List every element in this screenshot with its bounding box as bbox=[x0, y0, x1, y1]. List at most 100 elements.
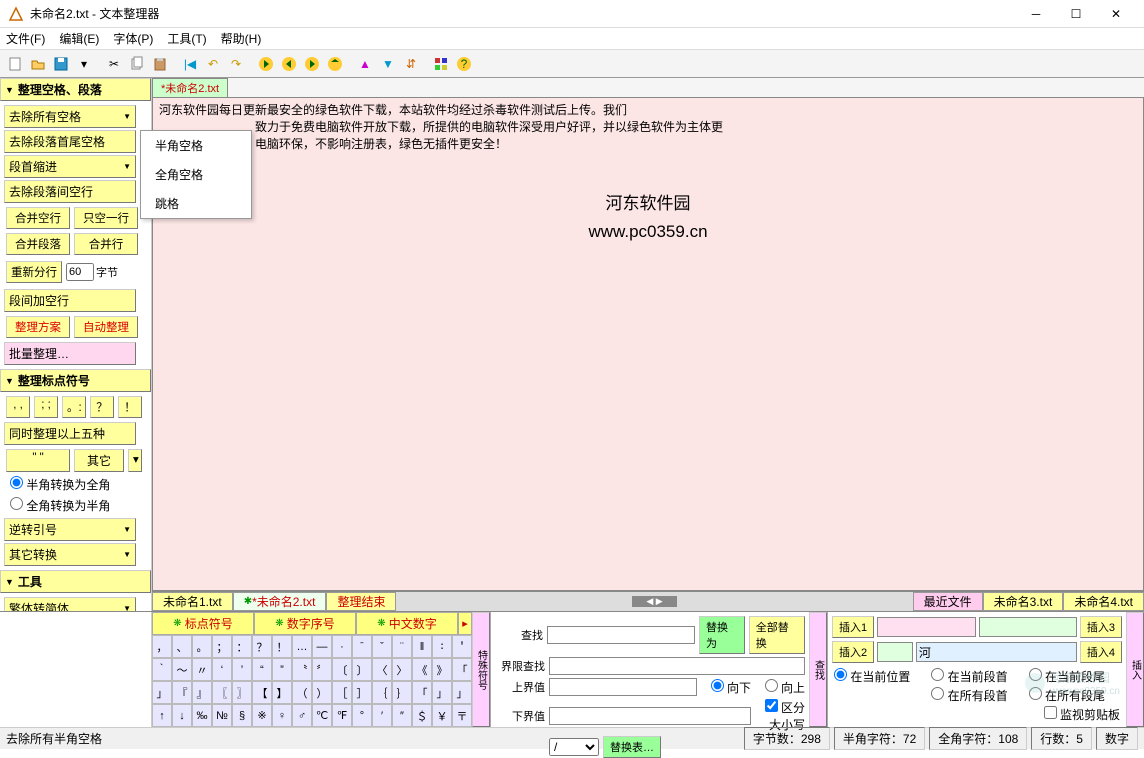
char-cell[interactable]: ˇ bbox=[372, 635, 392, 658]
maximize-button[interactable]: ☐ bbox=[1056, 0, 1096, 28]
cut-icon[interactable]: ✂ bbox=[103, 53, 125, 75]
char-cell[interactable]: ※ bbox=[252, 704, 272, 727]
replace-with-button[interactable]: 替换为 bbox=[699, 616, 745, 654]
other-dd[interactable]: ▾ bbox=[128, 449, 142, 472]
file-tab[interactable]: *未命名2.txt bbox=[152, 78, 228, 97]
char-cell[interactable]: ” bbox=[272, 658, 292, 681]
resplit-input[interactable] bbox=[66, 263, 94, 281]
char-cell[interactable]: ∶ bbox=[432, 635, 452, 658]
para-indent-button[interactable]: 段首缩进▼ bbox=[4, 155, 136, 178]
char-cell[interactable]: ° bbox=[352, 704, 372, 727]
radio-full-to-half[interactable]: 全角转换为半角 bbox=[10, 499, 110, 513]
char-cell[interactable]: ‖ bbox=[412, 635, 432, 658]
char-cell[interactable]: ‘ bbox=[212, 658, 232, 681]
char-cell[interactable]: 「 bbox=[452, 658, 472, 681]
char-cell[interactable]: ； bbox=[212, 635, 232, 658]
down-icon[interactable]: ▼ bbox=[377, 53, 399, 75]
char-cell[interactable]: ¨ bbox=[392, 635, 412, 658]
punct-btn-4[interactable]: ！ bbox=[118, 396, 142, 418]
char-cell[interactable]: 」 bbox=[152, 681, 172, 704]
char-cell[interactable]: ｀ bbox=[152, 658, 172, 681]
quote-button[interactable]: " " bbox=[6, 449, 70, 472]
char-cell[interactable]: 」 bbox=[432, 681, 452, 704]
ins-radio-4[interactable]: 在所有段首 bbox=[931, 687, 1022, 704]
lower-input[interactable] bbox=[549, 707, 751, 725]
menu-font[interactable]: 字体(P) bbox=[113, 30, 153, 47]
find-side-button[interactable]: 查找 bbox=[809, 612, 827, 727]
ins-radio-1[interactable]: 在当前位置 bbox=[834, 668, 925, 685]
char-cell[interactable]: ′ bbox=[372, 704, 392, 727]
char-cell[interactable]: … bbox=[292, 635, 312, 658]
char-cell[interactable]: ｛ bbox=[372, 681, 392, 704]
menu-tab[interactable]: 跳格 bbox=[141, 189, 251, 218]
char-cell[interactable]: ， bbox=[152, 635, 172, 658]
replace-all-button[interactable]: 全部替换 bbox=[749, 616, 805, 654]
char-cell[interactable]: 「 bbox=[412, 681, 432, 704]
char-cell[interactable]: ！ bbox=[272, 635, 292, 658]
only-one-button[interactable]: 只空一行 bbox=[74, 207, 138, 229]
insert3-box[interactable] bbox=[979, 617, 1077, 637]
char-cell[interactable]: 《 bbox=[412, 658, 432, 681]
tabs-scroller[interactable]: ◀ ▶ bbox=[396, 592, 912, 611]
char-cell[interactable]: ↑ bbox=[152, 704, 172, 727]
char-cell[interactable]: ？ bbox=[252, 635, 272, 658]
char-cell[interactable]: ″ bbox=[392, 704, 412, 727]
range-input[interactable] bbox=[549, 657, 805, 675]
section-punct[interactable]: ▼整理标点符号 bbox=[0, 369, 151, 392]
editor[interactable]: 河东软件园每日更新最安全的绿色软件下载，本站软件均经过杀毒软件测试后上传。我们 … bbox=[152, 97, 1144, 591]
punct-btn-3[interactable]: ？ bbox=[90, 396, 114, 418]
char-cell[interactable]: ↓ bbox=[172, 704, 192, 727]
same-time-button[interactable]: 同时整理以上五种 bbox=[4, 422, 136, 445]
ins-radio-5[interactable]: 在所有段尾 bbox=[1029, 687, 1120, 704]
resplit-button[interactable]: 重新分行 bbox=[6, 261, 62, 283]
char-cell[interactable]: 〉 bbox=[392, 658, 412, 681]
insert-side-button[interactable]: 插入 bbox=[1126, 612, 1144, 727]
remove-all-spaces-button[interactable]: 去除所有空格▼ bbox=[4, 105, 136, 128]
char-cell[interactable]: ￥ bbox=[432, 704, 452, 727]
char-cell[interactable]: ℉ bbox=[332, 704, 352, 727]
find-input[interactable] bbox=[547, 626, 695, 644]
radio-down[interactable]: 向下 bbox=[701, 679, 751, 696]
ins-radio-3[interactable]: 在当前段尾 bbox=[1029, 668, 1120, 685]
char-cell[interactable]: 〕 bbox=[352, 658, 372, 681]
menu-help[interactable]: 帮助(H) bbox=[221, 30, 262, 47]
char-cell[interactable]: ’ bbox=[232, 658, 252, 681]
nav2-icon[interactable] bbox=[278, 53, 300, 75]
menu-full-space[interactable]: 全角空格 bbox=[141, 160, 251, 189]
char-cell[interactable]: 」 bbox=[452, 681, 472, 704]
punct-btn-0[interactable]: , , bbox=[6, 396, 30, 418]
chargrid-tab-more[interactable]: ▸ bbox=[458, 612, 472, 635]
char-cell[interactable]: ～ bbox=[172, 658, 192, 681]
other-conv-button[interactable]: 其它转换▼ bbox=[4, 543, 136, 566]
nav3-icon[interactable] bbox=[301, 53, 323, 75]
save-dropdown-icon[interactable]: ▾ bbox=[73, 53, 95, 75]
other-button[interactable]: 其它 bbox=[74, 449, 124, 472]
insert3-button[interactable]: 插入3 bbox=[1080, 616, 1122, 638]
char-cell[interactable]: ： bbox=[232, 635, 252, 658]
char-cell[interactable]: 》 bbox=[432, 658, 452, 681]
char-cell[interactable]: 〝 bbox=[292, 658, 312, 681]
paste-icon[interactable] bbox=[149, 53, 171, 75]
new-icon[interactable] bbox=[4, 53, 26, 75]
nav1-icon[interactable] bbox=[255, 53, 277, 75]
char-cell[interactable]: 】 bbox=[272, 681, 292, 704]
insert2-box[interactable] bbox=[877, 642, 913, 662]
menu-edit[interactable]: 编辑(E) bbox=[59, 30, 99, 47]
char-cell[interactable]: ｝ bbox=[392, 681, 412, 704]
undo-icon[interactable]: ↶ bbox=[202, 53, 224, 75]
punct-btn-1[interactable]: ; ; bbox=[34, 396, 58, 418]
remove-para-spaces-button[interactable]: 去除段落首尾空格 bbox=[4, 130, 136, 153]
char-cell[interactable]: 』 bbox=[192, 681, 212, 704]
char-cell[interactable]: ℃ bbox=[312, 704, 332, 727]
tab-3[interactable]: 未命名3.txt bbox=[983, 592, 1064, 611]
up-icon[interactable]: ▲ bbox=[354, 53, 376, 75]
punct-btn-2[interactable]: 。: bbox=[62, 396, 86, 418]
updown-icon[interactable]: ⇵ bbox=[400, 53, 422, 75]
chargrid-tab-punct[interactable]: ❋标点符号 bbox=[152, 612, 254, 635]
merge-para-button[interactable]: 合并段落 bbox=[6, 233, 70, 255]
char-cell[interactable]: ［ bbox=[332, 681, 352, 704]
merge-blank-button[interactable]: 合并空行 bbox=[6, 207, 70, 229]
char-cell[interactable]: · bbox=[332, 635, 352, 658]
char-cell[interactable]: “ bbox=[252, 658, 272, 681]
section-spaces[interactable]: ▼整理空格、段落 bbox=[0, 78, 151, 101]
